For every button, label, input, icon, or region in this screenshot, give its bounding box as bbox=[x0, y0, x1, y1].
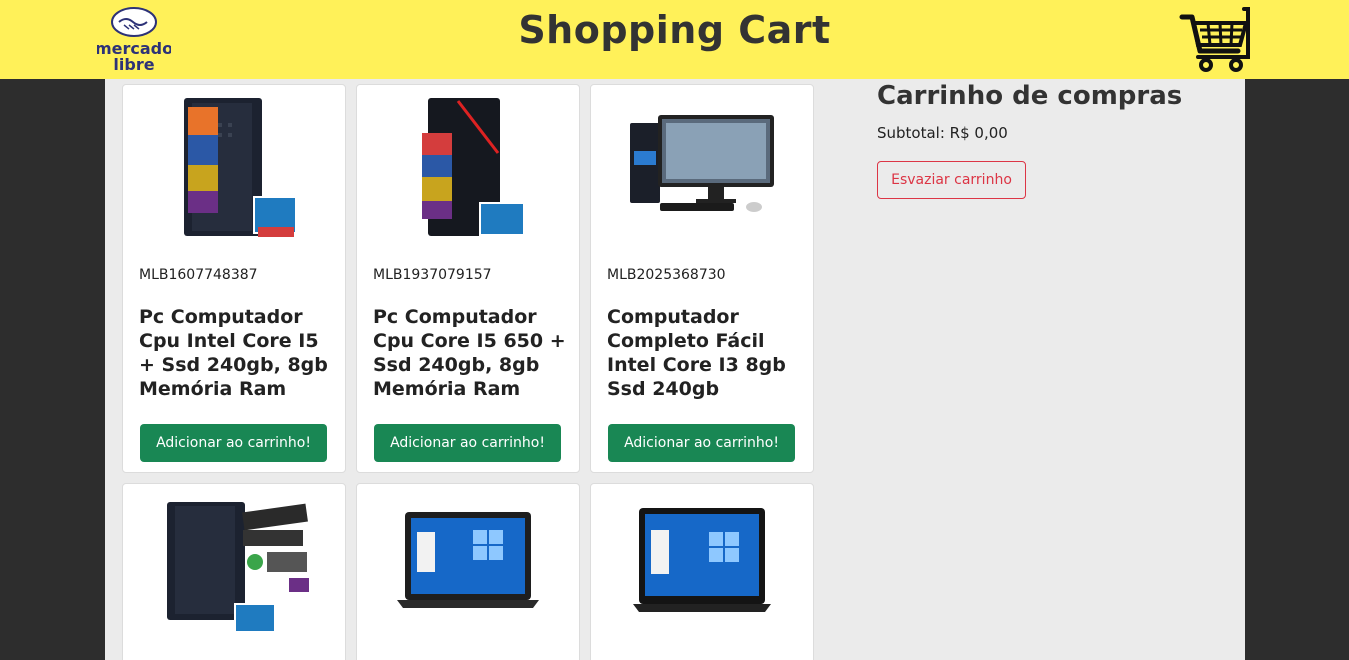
empty-cart-button[interactable]: Esvaziar carrinho bbox=[877, 161, 1026, 199]
product-id: MLB1937079157 bbox=[373, 267, 492, 283]
cart-heading: Carrinho de compras bbox=[877, 81, 1183, 111]
product-card bbox=[122, 483, 346, 660]
shopping-cart-icon[interactable] bbox=[1178, 5, 1252, 73]
add-to-cart-button[interactable]: Adicionar ao carrinho! bbox=[140, 424, 327, 462]
app-header: mercado libre Shopping Cart bbox=[0, 0, 1349, 79]
product-image bbox=[357, 93, 579, 253]
product-card bbox=[590, 483, 814, 660]
product-id: MLB1607748387 bbox=[139, 267, 258, 283]
product-title[interactable]: Pc Computador Cpu Intel Core I5 + Ssd 24… bbox=[139, 305, 335, 401]
product-image bbox=[123, 492, 345, 652]
main-content: MLB1607748387 Pc Computador Cpu Intel Co… bbox=[105, 79, 1245, 660]
product-card: MLB2025368730 Computador Completo Fácil … bbox=[590, 84, 814, 473]
product-image bbox=[123, 93, 345, 253]
logo-text-2: libre bbox=[113, 55, 154, 73]
product-image bbox=[357, 492, 579, 652]
product-image bbox=[591, 492, 813, 652]
page-title: Shopping Cart bbox=[518, 8, 831, 52]
add-to-cart-button[interactable]: Adicionar ao carrinho! bbox=[374, 424, 561, 462]
product-card: MLB1937079157 Pc Computador Cpu Core I5 … bbox=[356, 84, 580, 473]
product-title[interactable]: Computador Completo Fácil Intel Core I3 … bbox=[607, 305, 803, 401]
product-card bbox=[356, 483, 580, 660]
add-to-cart-button[interactable]: Adicionar ao carrinho! bbox=[608, 424, 795, 462]
product-title[interactable]: Pc Computador Cpu Core I5 650 + Ssd 240g… bbox=[373, 305, 569, 401]
product-image bbox=[591, 93, 813, 253]
product-card: MLB1607748387 Pc Computador Cpu Intel Co… bbox=[122, 84, 346, 473]
cart-subtotal: Subtotal: R$ 0,00 bbox=[877, 124, 1008, 142]
product-id: MLB2025368730 bbox=[607, 267, 726, 283]
